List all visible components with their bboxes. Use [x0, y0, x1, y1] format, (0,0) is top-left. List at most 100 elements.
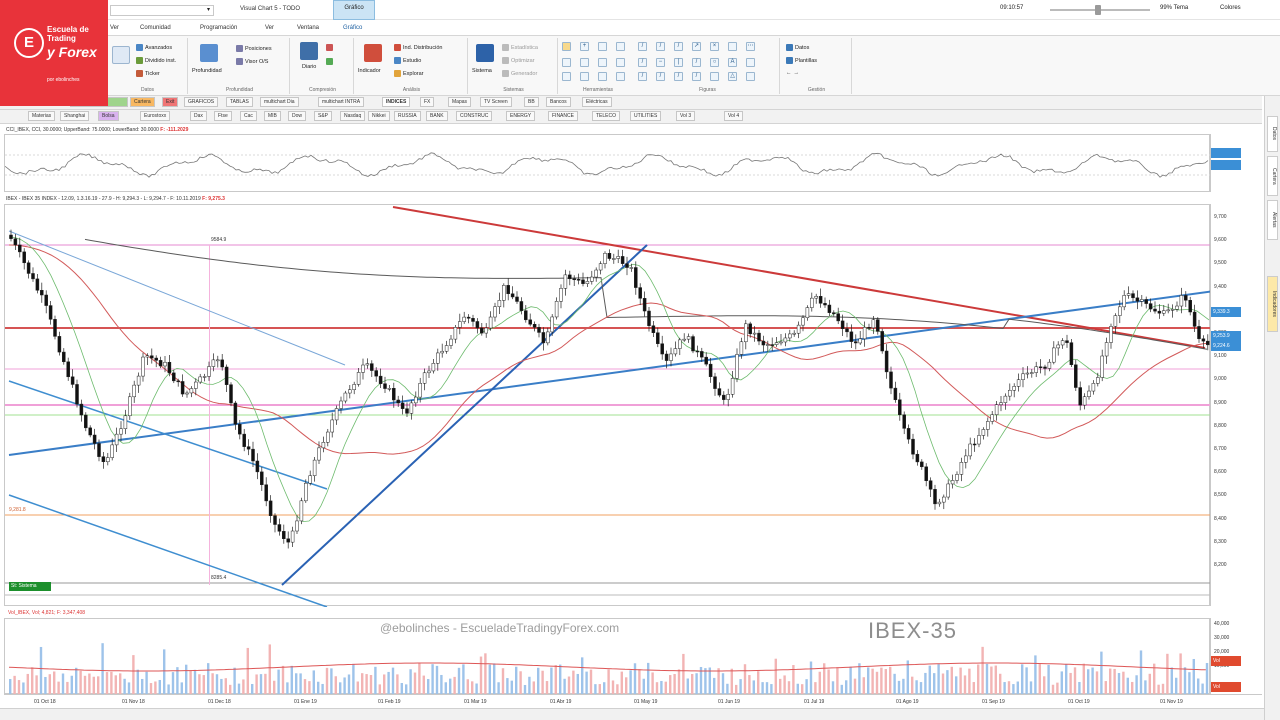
visor-button[interactable]: Visor O/S	[236, 58, 268, 65]
tab-nikkei[interactable]: Nikkei	[368, 111, 390, 121]
tab-materias[interactable]: Materias	[28, 111, 56, 121]
tab-utilities[interactable]: UTILITIES	[630, 111, 662, 121]
tab-finance[interactable]: FINANCE	[548, 111, 578, 121]
optimizar-button[interactable]: Optimizar	[502, 57, 535, 64]
tab-sp[interactable]: S&P	[314, 111, 333, 121]
side-tab-datos[interactable]: Datos	[1267, 116, 1278, 152]
gann-icon[interactable]	[746, 58, 755, 67]
theme-selector[interactable]: Colores	[1220, 5, 1241, 11]
ind-distribucion-button[interactable]: Ind. Distribución	[394, 44, 442, 51]
tab-bancos[interactable]: Bancos	[546, 97, 571, 107]
zoom-slider-handle[interactable]	[1095, 5, 1101, 15]
tab-exit[interactable]: Exit	[162, 97, 179, 107]
depth-icon[interactable]	[200, 44, 218, 62]
tab-multichart-dia[interactable]: multichart Dia	[260, 97, 299, 107]
menu-grafico[interactable]: Gráfico	[343, 25, 362, 31]
angle-icon[interactable]: /	[674, 72, 683, 81]
menu-ventana[interactable]: Ventana	[297, 25, 319, 31]
datos-icon[interactable]	[112, 46, 130, 64]
cross-icon[interactable]: ×	[710, 42, 719, 51]
tab-construc[interactable]: CONSTRUC	[456, 111, 493, 121]
symbol-combo[interactable]: ▾	[110, 5, 214, 16]
tab-tablas[interactable]: TABLAS	[226, 97, 253, 107]
zoom-tool-icon[interactable]	[580, 58, 589, 67]
settings-tool-icon[interactable]	[616, 72, 625, 81]
pan-icon[interactable]	[598, 58, 607, 67]
compression-icon[interactable]	[300, 42, 318, 60]
avanzados-button[interactable]: Avanzados	[136, 44, 172, 51]
parallel-icon[interactable]: /	[692, 58, 701, 67]
copy-icon[interactable]	[580, 72, 589, 81]
ticker-button[interactable]: Ticker	[136, 70, 160, 77]
tab-grafico-context[interactable]: Gráfico	[333, 0, 375, 20]
tab-teleco[interactable]: TELECO	[592, 111, 621, 121]
gestion-datos-button[interactable]: Datos	[786, 44, 809, 51]
dias-button-2[interactable]	[326, 58, 333, 65]
tab-russia[interactable]: RUSSIA	[394, 111, 421, 121]
tab-graficos[interactable]: GRAFICOS	[184, 97, 219, 107]
triangle-icon[interactable]: △	[728, 72, 737, 81]
dias-button[interactable]	[326, 44, 333, 51]
tab-cartera[interactable]: Cartera	[130, 97, 155, 107]
cursor-tool-icon[interactable]	[562, 42, 571, 51]
tab-energy[interactable]: ENERGY	[506, 111, 536, 121]
tab-vol3[interactable]: Vol 3	[676, 111, 696, 121]
tab-dax[interactable]: Dax	[190, 111, 207, 121]
menu-ver-2[interactable]: Ver	[265, 25, 274, 31]
menu-programacion[interactable]: Programación	[200, 25, 237, 31]
tab-cac[interactable]: Cac	[240, 111, 257, 121]
side-tab-indicadores[interactable]: Indicadores	[1267, 276, 1278, 332]
fibonacci-icon[interactable]: /	[638, 58, 647, 67]
tab-shanghai[interactable]: Shanghai	[60, 111, 90, 121]
tab-multichart-intra[interactable]: multichart INTRA	[318, 97, 365, 107]
magnet-icon[interactable]	[562, 58, 571, 67]
menu-comunidad[interactable]: Comunidad	[140, 25, 171, 31]
explorar-button[interactable]: Explorar	[394, 70, 423, 77]
tab-bank[interactable]: BANK	[426, 111, 448, 121]
tab-fx[interactable]: FX	[420, 97, 435, 107]
tab-bolsa[interactable]: Bolsa	[98, 111, 119, 121]
ellipse-icon[interactable]: ○	[710, 58, 719, 67]
text-tool-icon[interactable]: A	[728, 58, 737, 67]
tab-ftse[interactable]: Ftse	[214, 111, 232, 121]
paste-icon[interactable]	[598, 72, 607, 81]
plantillas-button[interactable]: Plantillas	[786, 57, 817, 64]
tab-electricas[interactable]: Eléctricas	[582, 97, 612, 107]
tab-bb[interactable]: BB	[524, 97, 539, 107]
side-tab-cartera[interactable]: Cartera	[1267, 156, 1278, 196]
history-arrows[interactable]: ← →	[786, 70, 799, 76]
square-icon[interactable]	[728, 42, 737, 51]
profundidad-button[interactable]: Profundidad	[192, 68, 222, 74]
pitchfork-icon[interactable]: /	[638, 72, 647, 81]
vertical-line-icon[interactable]: |	[674, 58, 683, 67]
indicator-icon[interactable]	[364, 44, 382, 62]
tab-indices[interactable]: INDICES	[382, 97, 411, 107]
ray-icon[interactable]: /	[656, 42, 665, 51]
system-icon[interactable]	[476, 44, 494, 62]
tab-nasdaq[interactable]: Nasdaq	[340, 111, 366, 121]
grid-tool-icon[interactable]	[598, 42, 607, 51]
estadistica-button[interactable]: Estadística	[502, 44, 538, 51]
dividido-button[interactable]: Dividido inst.	[136, 57, 176, 64]
tab-vol4[interactable]: Vol 4	[724, 111, 744, 121]
rectangle-icon[interactable]	[616, 42, 625, 51]
tab-dow[interactable]: Dow	[288, 111, 307, 121]
diario-button[interactable]: Diario	[302, 64, 316, 70]
tab-tv-screen[interactable]: TV Screen	[480, 97, 512, 107]
channel-icon[interactable]: /	[674, 42, 683, 51]
tab-mib[interactable]: MIB	[264, 111, 281, 121]
crosshair-icon[interactable]: +	[580, 42, 589, 51]
arrow-tool-icon[interactable]: ↗	[692, 42, 701, 51]
posiciones-button[interactable]: Posiciones	[236, 45, 272, 52]
dots-icon[interactable]: ⋯	[746, 42, 755, 51]
indicador-button[interactable]: Indicador	[358, 68, 381, 74]
indicator-pane[interactable]	[4, 134, 1211, 192]
tab-mapas[interactable]: Mapas	[448, 97, 472, 107]
trash-icon[interactable]	[616, 58, 625, 67]
price-pane[interactable]: 9584.9 8285.4 9,281.8	[4, 204, 1216, 608]
speed-line-icon[interactable]: /	[656, 72, 665, 81]
sistema-button[interactable]: Sistema	[472, 68, 492, 74]
polyline-icon[interactable]: /	[692, 72, 701, 81]
horizontal-line-icon[interactable]: −	[656, 58, 665, 67]
cycle-icon[interactable]	[710, 72, 719, 81]
